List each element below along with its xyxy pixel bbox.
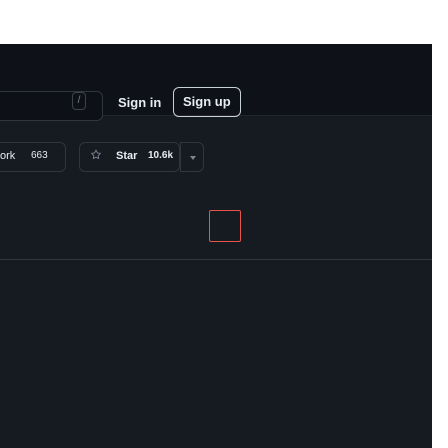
top-header: / Sign in Sign up [0,44,432,121]
focused-navigation-control[interactable] [209,210,241,242]
star-label: Star [116,150,138,162]
chevron-down-icon [190,156,196,160]
browser-viewport: / Sign in Sign up ork 663 Star 10.6k [0,0,448,448]
repository-action-row: ork 663 Star 10.6k [0,142,432,172]
sign-up-button[interactable]: Sign up [173,87,241,117]
browser-scrollbar[interactable] [432,44,448,448]
star-icon [91,149,101,160]
search-input[interactable] [0,91,103,121]
github-repository-page: / Sign in Sign up ork 663 Star 10.6k [0,44,432,448]
sign-in-link[interactable]: Sign in [118,95,161,110]
repository-content-area [0,260,432,448]
search-shortcut-key: / [72,92,86,110]
star-count: 10.6k [148,150,174,161]
fork-count: 663 [31,150,48,161]
fork-label: ork [0,150,16,162]
